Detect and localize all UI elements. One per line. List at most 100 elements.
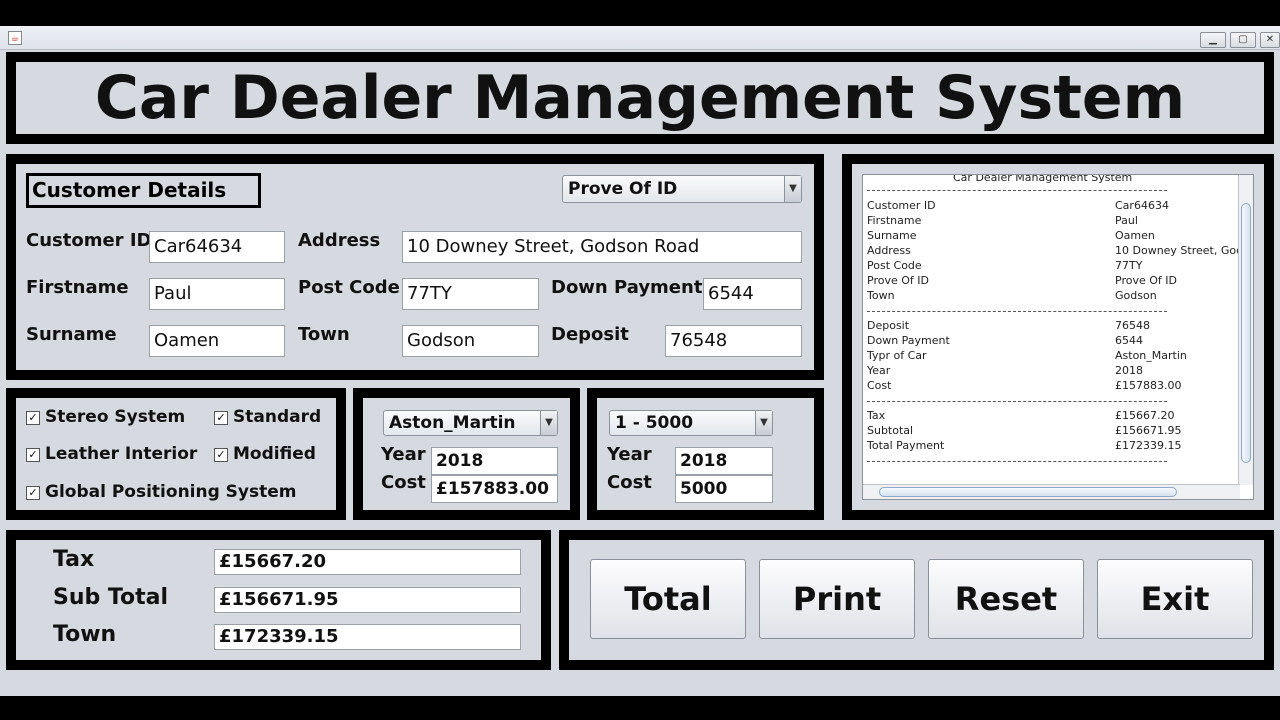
close-icon: ✕	[1265, 34, 1275, 45]
modified-label: Modified	[233, 444, 316, 464]
car-cost-input[interactable]: £157883.00	[431, 475, 558, 503]
mileage-year-label: Year	[607, 444, 652, 465]
firstname-input[interactable]: Paul	[149, 278, 285, 310]
mileage-cost-input[interactable]: 5000	[675, 475, 773, 503]
receipt-row-value: Godson	[1115, 289, 1157, 302]
maximize-button[interactable]: ▢	[1230, 32, 1256, 48]
receipt-row-label: Surname	[867, 229, 917, 242]
gps-checkbox[interactable]: ✓ Global Positioning System	[26, 482, 297, 502]
vertical-scrollbar[interactable]	[1238, 175, 1253, 485]
receipt-row-label: Down Payment	[867, 334, 950, 347]
car-make-select[interactable]: Aston_Martin ▼	[383, 410, 558, 436]
gps-label: Global Positioning System	[45, 482, 297, 502]
page-title: Car Dealer Management System	[94, 63, 1186, 133]
app-window: ☕ ▁ ▢ ✕ Car Dealer Management System Cus…	[0, 26, 1280, 696]
receipt-divider	[867, 311, 1167, 312]
receipt-row-label: Subtotal	[867, 424, 914, 437]
receipt-panel: Car Dealer Management System Customer ID…	[842, 154, 1274, 520]
deposit-label: Deposit	[551, 324, 629, 345]
receipt-row-label: Post Code	[867, 259, 922, 272]
check-icon: ✓	[214, 411, 228, 425]
receipt-row-value: £157883.00	[1115, 379, 1182, 392]
postcode-input[interactable]: 77TY	[402, 278, 539, 310]
total-town-label: Town	[53, 622, 117, 647]
down-payment-input[interactable]: 6544	[703, 278, 802, 310]
tax-label: Tax	[53, 547, 95, 572]
firstname-label: Firstname	[26, 277, 129, 298]
receipt-row-value: £15667.20	[1115, 409, 1175, 422]
check-icon: ✓	[26, 448, 40, 462]
prove-of-id-select[interactable]: Prove Of ID ▼	[562, 175, 802, 203]
total-town-input[interactable]: £172339.15	[214, 624, 521, 650]
chevron-down-icon: ▼	[755, 411, 772, 435]
deposit-input[interactable]: 76548	[665, 325, 802, 357]
subtotal-input[interactable]: £156671.95	[214, 587, 521, 613]
chevron-down-icon: ▼	[540, 411, 557, 435]
title-bar: ☕ ▁ ▢ ✕	[0, 26, 1280, 50]
standard-checkbox[interactable]: ✓ Standard	[214, 407, 321, 427]
down-payment-label: Down Payment	[551, 277, 703, 298]
town-input[interactable]: Godson	[402, 325, 539, 357]
receipt-row-value: Car64634	[1115, 199, 1169, 212]
receipt-row-label: Address	[867, 244, 911, 257]
stereo-system-checkbox[interactable]: ✓ Stereo System	[26, 407, 185, 427]
print-button[interactable]: Print	[759, 559, 915, 639]
car-year-label: Year	[381, 444, 426, 465]
exit-button[interactable]: Exit	[1097, 559, 1253, 639]
address-input[interactable]: 10 Downey Street, Godson Road	[402, 231, 802, 263]
totals-panel: Tax £15667.20 Sub Total £156671.95 Town …	[6, 530, 551, 670]
receipt-row-value: 76548	[1115, 319, 1150, 332]
receipt-row-label: Customer ID	[867, 199, 936, 212]
close-button[interactable]: ✕	[1260, 32, 1280, 48]
car-cost-label: Cost	[381, 472, 426, 493]
receipt-row-label: Firstname	[867, 214, 922, 227]
vertical-scroll-thumb[interactable]	[1241, 203, 1251, 463]
check-icon: ✓	[214, 448, 228, 462]
receipt-row-label: Typr of Car	[867, 349, 927, 362]
modified-checkbox[interactable]: ✓ Modified	[214, 444, 316, 464]
receipt-row-value: Oamen	[1115, 229, 1155, 242]
stereo-system-label: Stereo System	[45, 407, 186, 427]
receipt-row-value: Paul	[1115, 214, 1138, 227]
minimize-button[interactable]: ▁	[1200, 32, 1226, 48]
subtotal-label: Sub Total	[53, 585, 169, 610]
car-year-input[interactable]: 2018	[431, 447, 558, 475]
customer-id-input[interactable]: Car64634	[149, 231, 285, 263]
chevron-down-icon: ▼	[784, 176, 801, 202]
horizontal-scrollbar[interactable]	[863, 484, 1240, 499]
maximize-icon: ▢	[1238, 34, 1248, 45]
mileage-select[interactable]: 1 - 5000 ▼	[609, 410, 773, 436]
mileage-cost-label: Cost	[607, 472, 652, 493]
total-button[interactable]: Total	[590, 559, 746, 639]
receipt-row-value: £172339.15	[1115, 439, 1182, 452]
receipt-row-label: Total Payment	[867, 439, 945, 452]
town-label: Town	[298, 324, 350, 345]
mileage-year-input[interactable]: 2018	[675, 447, 773, 475]
check-icon: ✓	[26, 411, 40, 425]
reset-button[interactable]: Reset	[928, 559, 1084, 639]
tax-input[interactable]: £15667.20	[214, 549, 521, 575]
postcode-label: Post Code	[298, 277, 400, 298]
check-icon: ✓	[26, 486, 40, 500]
receipt-row-value: £156671.95	[1115, 424, 1182, 437]
leather-interior-checkbox[interactable]: ✓ Leather Interior	[26, 444, 197, 464]
horizontal-scroll-thumb[interactable]	[879, 487, 1177, 497]
receipt-divider	[867, 190, 1167, 191]
header-panel: Car Dealer Management System	[6, 52, 1274, 144]
car-make-value: Aston_Martin	[389, 413, 516, 433]
receipt-row-label: Deposit	[867, 319, 910, 332]
prove-of-id-value: Prove Of ID	[568, 179, 678, 199]
surname-input[interactable]: Oamen	[149, 325, 285, 357]
customer-panel: Customer Details Prove Of ID ▼ Customer …	[6, 154, 824, 380]
receipt-divider	[867, 401, 1167, 402]
receipt-row-value: Aston_Martin	[1115, 349, 1187, 362]
customer-id-label: Customer ID	[26, 230, 152, 251]
options-panel: ✓ Stereo System ✓ Standard ✓ Leather Interi…	[6, 388, 346, 520]
receipt-row-label: Tax	[867, 409, 886, 422]
customer-section-title: Customer Details	[26, 173, 261, 208]
address-label: Address	[298, 230, 381, 251]
receipt-textarea[interactable]: Car Dealer Management System Customer ID…	[862, 174, 1254, 500]
receipt-row-label: Cost	[867, 379, 892, 392]
receipt-row-value: Prove Of ID	[1115, 274, 1177, 287]
receipt-row-value: 10 Downey Street, Gods	[1115, 244, 1249, 257]
